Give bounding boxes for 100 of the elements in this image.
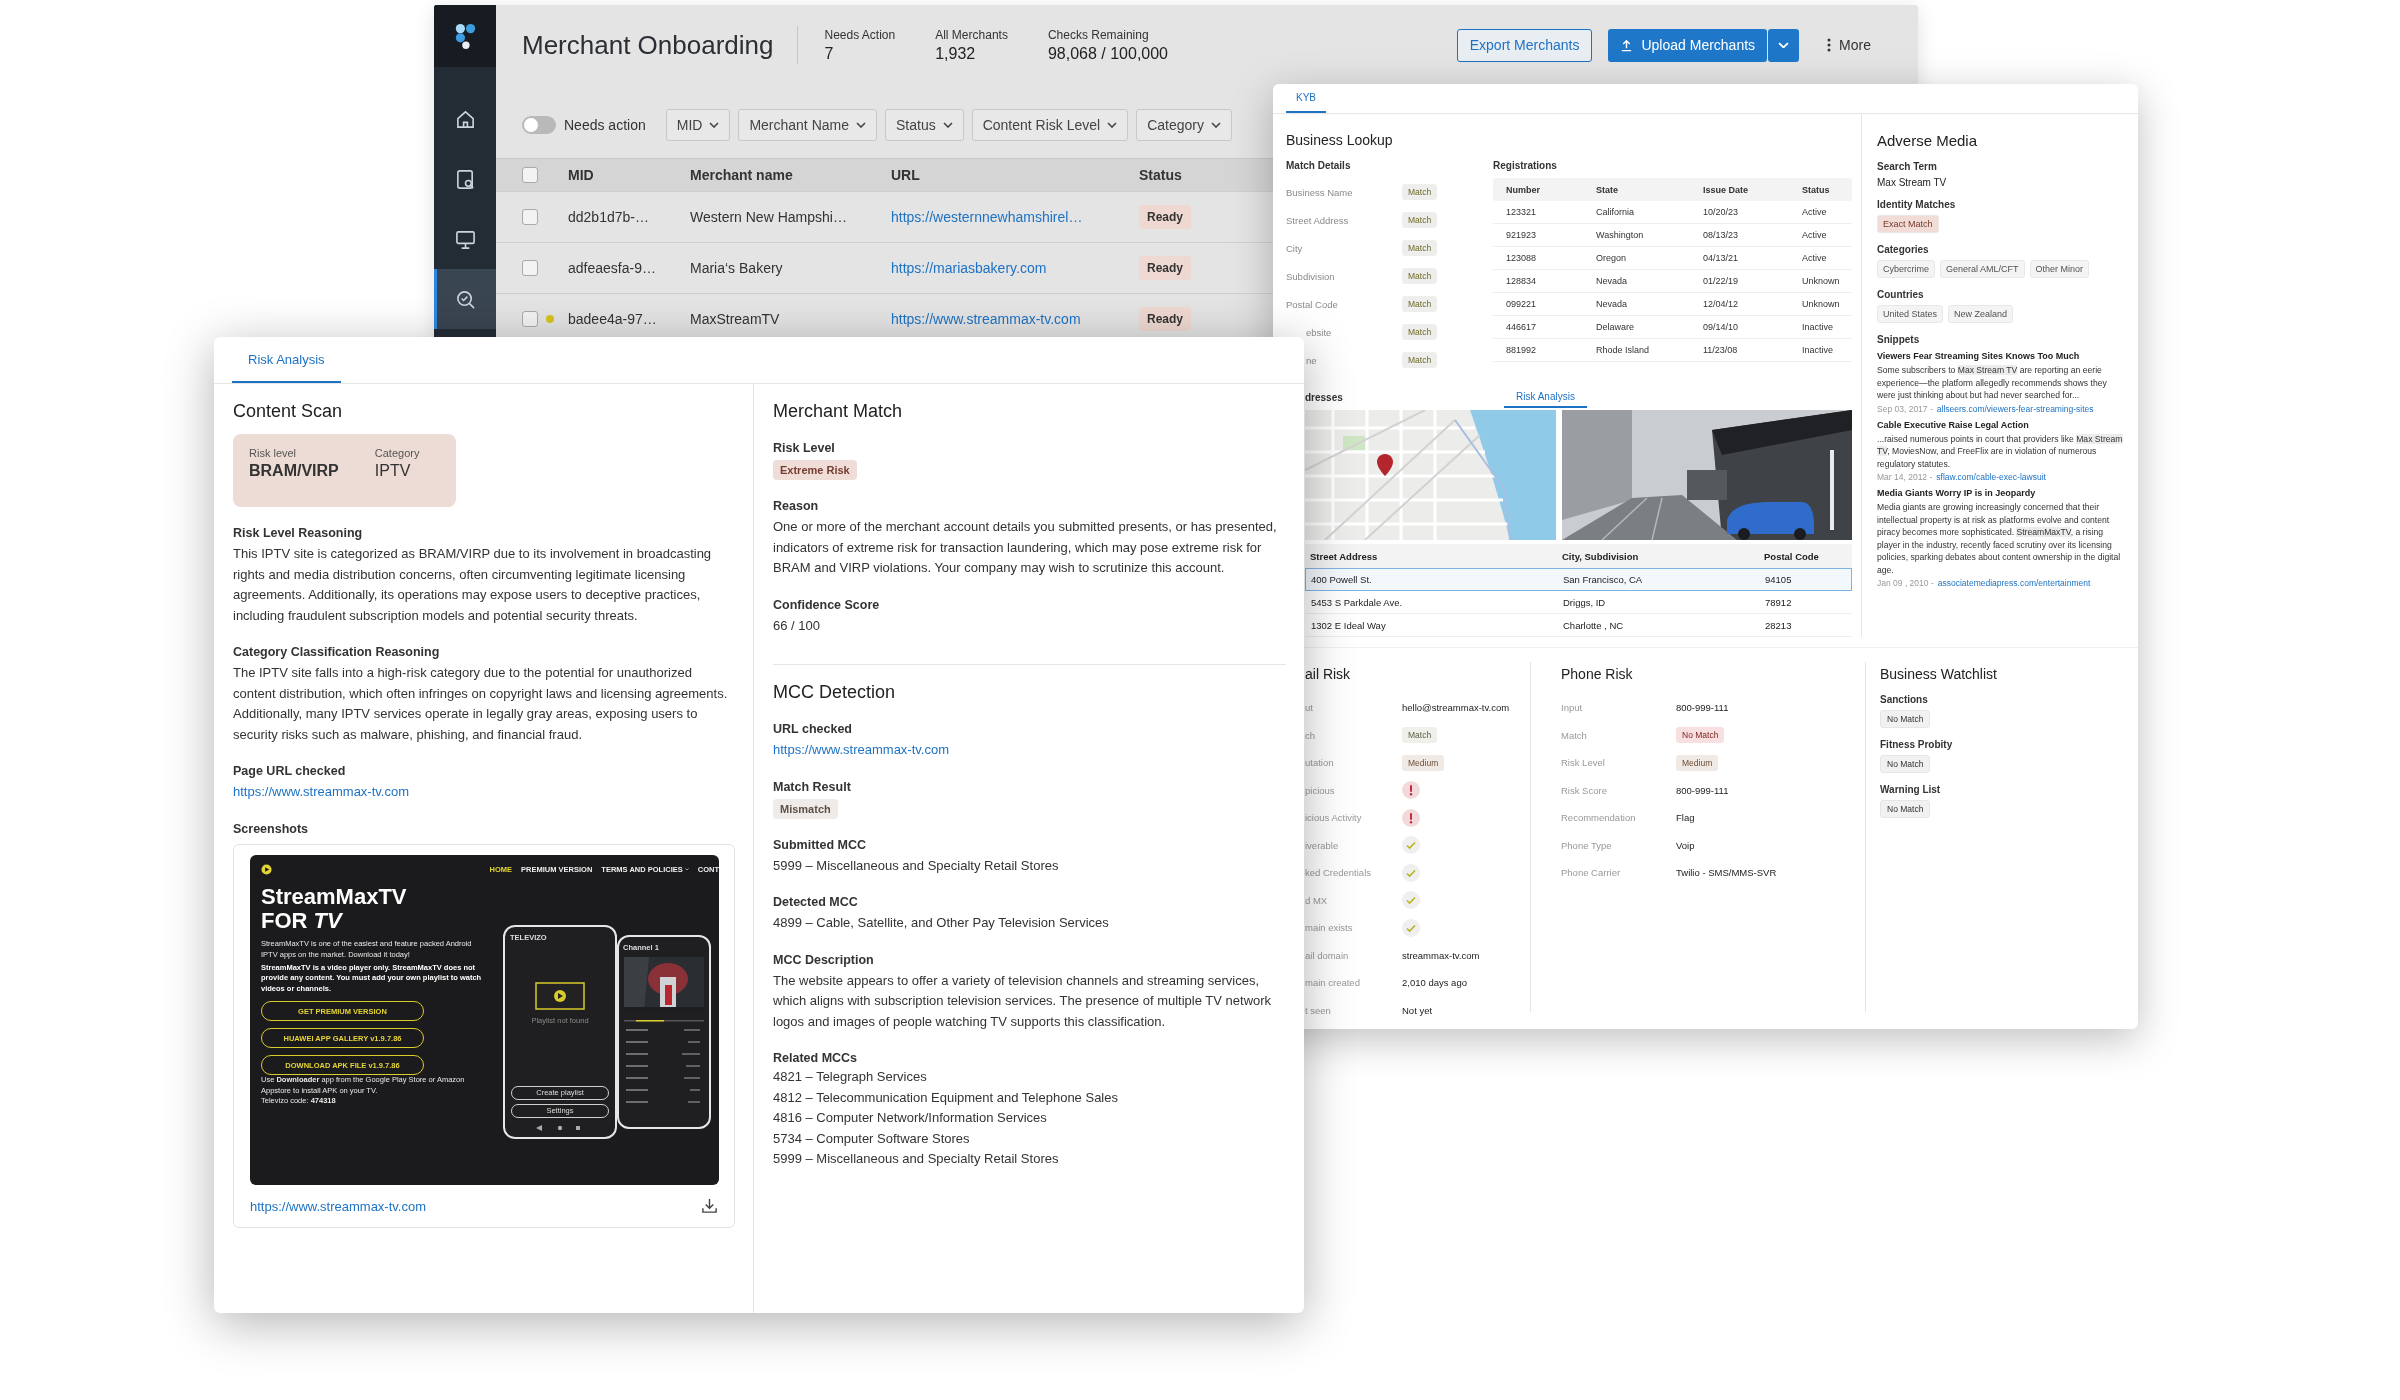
field-label: utation xyxy=(1305,757,1335,769)
table-cell-text: 28213 xyxy=(1765,620,1793,631)
export-button[interactable]: Export Merchants xyxy=(1456,28,1593,62)
table-cell-text: 04/13/21 xyxy=(1703,253,1740,263)
url-link[interactable]: https://www.streammax-tv.com xyxy=(773,740,949,761)
table-row[interactable]: 1302 E Ideal Way Charlotte , NC 28213 xyxy=(1305,614,1852,637)
tab[interactable]: Risk Analysis xyxy=(1504,386,1587,408)
table-row[interactable]: 5453 S Parkdale Ave. Driggs, ID 78912 xyxy=(1305,591,1852,614)
body-text: One or more of the merchant account details you submitted presents, or has presented, indicators of extreme risk for transaction laundering, which may pose extreme risk for BRAM and VIRP violations. Your company may wish to scrutinize this account. xyxy=(773,518,1278,577)
checkbox[interactable] xyxy=(522,167,538,183)
column-header: MID xyxy=(568,167,594,183)
caret-icon xyxy=(684,868,689,871)
filter-dropdown[interactable]: Merchant Name xyxy=(738,109,877,141)
check-icon xyxy=(1402,836,1420,855)
page-title: Merchant Onboarding xyxy=(522,29,774,61)
field-label: Risk Level Reasoning xyxy=(233,525,364,542)
url-link[interactable]: https://www.streammax-tv.com xyxy=(891,311,1139,327)
column-header: City, Subdivision xyxy=(1562,550,1640,562)
table-cell-text: Oregon xyxy=(1596,253,1628,263)
field-label: ail domain xyxy=(1305,949,1350,961)
filter-dropdown[interactable]: Status xyxy=(885,109,964,141)
table-cell-text: Western New Hampshi… xyxy=(690,209,848,225)
table-cell-text: 5453 S Parkdale Ave. xyxy=(1311,597,1404,608)
field-value: Max Stream TV xyxy=(1877,177,1948,188)
field-label: ch xyxy=(1305,729,1317,741)
field-value: hello@streammax-tv.com xyxy=(1402,702,1510,714)
field-label: Search Term xyxy=(1877,161,1938,172)
table-cell-text: Nevada xyxy=(1596,276,1629,286)
field-value: Flag xyxy=(1676,812,1695,824)
upload-button[interactable]: Upload Merchants xyxy=(1608,28,1768,62)
checkbox[interactable] xyxy=(522,311,538,327)
match-badge: Match xyxy=(1402,296,1438,312)
body-text: This IPTV site is categorized as BRAM/VIRP due to its involvement in broadcasting rights and media distribution concerns, often circumventing legitimate licensing agreements. Additionally, its operations may expose users to deceptive practices, including fraudulent subscription models and potential security threats. xyxy=(233,545,713,625)
field-value: Voip xyxy=(1676,839,1695,851)
status-badge: Ready xyxy=(1139,205,1192,229)
tab[interactable]: KYB xyxy=(1286,84,1326,113)
url-link[interactable]: https://www.streammax-tv.com xyxy=(250,1196,426,1217)
list-item: 5734 – Computer Software Stores xyxy=(773,1129,971,1148)
url-link[interactable]: https://www.streammax-tv.com xyxy=(233,782,409,803)
field-label: main created xyxy=(1305,977,1361,989)
field-label: Countries xyxy=(1877,289,1925,300)
table-cell-text: San Francisco, CA xyxy=(1563,574,1644,585)
field-label: City xyxy=(1286,242,1304,254)
alert-icon xyxy=(1402,781,1420,800)
logo-icon xyxy=(261,864,272,875)
checkbox[interactable] xyxy=(522,260,538,276)
field-label: Risk Level xyxy=(1561,757,1606,769)
more-button[interactable]: More xyxy=(1815,28,1883,62)
caret-icon xyxy=(856,122,866,128)
table-cell-text: 78912 xyxy=(1765,597,1793,608)
table-cell-text: dd2b1d7b-… xyxy=(568,209,650,225)
table-row[interactable]: 400 Powell St. San Francisco, CA 94105 xyxy=(1305,568,1852,591)
field-label: picious xyxy=(1305,784,1336,796)
dropdown-button[interactable] xyxy=(1768,28,1800,62)
status-badge: No Match xyxy=(1880,800,1931,818)
status-badge: Medium xyxy=(1676,754,1719,771)
toggle-switch[interactable] xyxy=(522,116,556,134)
column-header: State xyxy=(1596,184,1619,195)
field-value: Not yet xyxy=(1402,1004,1433,1016)
source-link[interactable]: associatemediapress.com/entertainment xyxy=(1937,578,2091,588)
url-link[interactable]: https://mariasbakery.com xyxy=(891,260,1139,276)
table-cell-text: Active xyxy=(1802,207,1828,217)
checkbox[interactable] xyxy=(522,209,538,225)
summary-value: IPTV xyxy=(374,462,412,480)
body-text: The IPTV site falls into a high-risk category due to the potential for unauthorized content distribution, which often infringes on copyright laws and licensing agreements. Additionally, many IPTV services operate in legally gray areas, exposing users to security risks such as malware, phishing, and financial fraud. xyxy=(233,664,729,744)
table-cell-text: 09/14/10 xyxy=(1703,322,1740,332)
url-link[interactable]: https://westernnewhamshirel… xyxy=(891,209,1139,225)
field-label: icious Activity xyxy=(1305,812,1363,824)
table-cell-text: California xyxy=(1596,207,1636,217)
section-title: Content Scan xyxy=(233,401,344,422)
field-label: Reason xyxy=(773,498,820,515)
field-label: Identity Matches xyxy=(1877,199,1957,210)
filter-dropdown[interactable]: Content Risk Level xyxy=(971,109,1129,141)
caret-icon xyxy=(1778,41,1790,49)
download-icon[interactable] xyxy=(701,1197,718,1215)
tag: Cybercrime xyxy=(1877,260,1935,278)
filter-dropdown[interactable]: MID xyxy=(665,109,731,141)
subsection-title: Match Details xyxy=(1286,160,1352,173)
check-icon xyxy=(1402,918,1420,937)
field-label: iverable xyxy=(1305,839,1340,851)
field-label: Phone Type xyxy=(1561,839,1613,851)
match-badge: Match xyxy=(1402,212,1438,228)
body-text: The website appears to offer a variety of television channels and streaming services, which aligns with subscription television services. The presence of multiple TV network logos and images of people watching TV supports this classification. xyxy=(773,971,1273,1031)
field-value: streammax-tv.com xyxy=(1402,949,1480,961)
nav-item[interactable] xyxy=(434,269,496,329)
table-cell-text: 11/23/08 xyxy=(1703,345,1739,355)
table-cell-text: Active xyxy=(1802,253,1828,263)
table-cell-text: Delaware xyxy=(1596,322,1636,332)
tab[interactable]: Risk Analysis xyxy=(232,337,341,383)
field-label: Confidence Score xyxy=(773,596,881,614)
filter-dropdown[interactable]: Category xyxy=(1136,109,1232,141)
source-link[interactable]: sflaw.com/cable-exec-lawsuit xyxy=(1936,472,2046,482)
field-label: Risk Score xyxy=(1561,784,1608,796)
tag: Other Minor xyxy=(2029,260,2090,278)
monitor-icon xyxy=(454,228,476,250)
snippet-text: Media giants are growing increasingly concerned that their intellectual property is at risk as platforms evolve and content piracy becomes more sophisticated. StreamMaxTV, a rising player in the industry, recently faced scrutiny over its licensing policies, sparking debates about content ownership in the digital age. xyxy=(1877,501,2122,576)
field-label: Submitted MCC xyxy=(773,836,868,854)
source-link[interactable]: allseers.com/viewers-fear-streaming-sites xyxy=(1936,403,2094,414)
table-cell-text: Active xyxy=(1802,230,1828,240)
body-text: 5999 – Miscellaneous and Specialty Retail Stores xyxy=(773,856,1060,875)
